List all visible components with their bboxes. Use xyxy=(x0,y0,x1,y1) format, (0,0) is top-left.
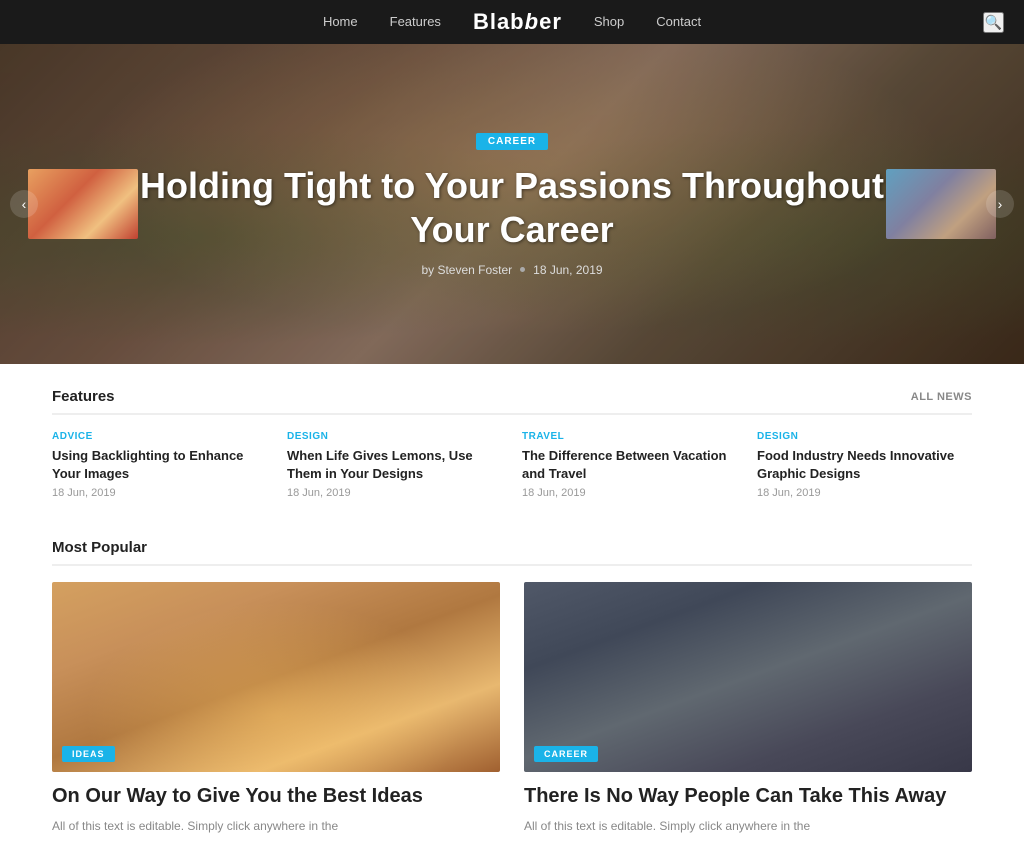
popular-section-title: Most Popular xyxy=(52,539,972,566)
hero-slider: ‹ CAREER Holding Tight to Your Passions … xyxy=(0,44,1024,364)
popular-card-desc-1: All of this text is editable. Simply cli… xyxy=(524,817,972,835)
popular-card-title-1[interactable]: There Is No Way People Can Take This Awa… xyxy=(524,784,972,809)
feature-title-1[interactable]: When Life Gives Lemons, Use Them in Your… xyxy=(287,447,502,482)
popular-card-title-0[interactable]: On Our Way to Give You the Best Ideas xyxy=(52,784,500,809)
popular-image-1: CAREER xyxy=(524,582,972,772)
feature-category-3: DESIGN xyxy=(757,431,972,442)
feature-date-0: 18 Jun, 2019 xyxy=(52,487,267,499)
popular-tag-1: CAREER xyxy=(534,746,598,762)
hero-thumb-left-image xyxy=(28,169,138,239)
features-title: Features xyxy=(52,388,115,405)
feature-item-2: TRAVEL The Difference Between Vacation a… xyxy=(522,431,737,499)
nav-shop[interactable]: Shop xyxy=(594,14,624,29)
all-news-link[interactable]: ALL NEWS xyxy=(911,391,972,403)
feature-category-1: DESIGN xyxy=(287,431,502,442)
feature-title-0[interactable]: Using Backlighting to Enhance Your Image… xyxy=(52,447,267,482)
hero-content: CAREER Holding Tight to Your Passions Th… xyxy=(0,131,1024,276)
feature-date-1: 18 Jun, 2019 xyxy=(287,487,502,499)
feature-item-3: DESIGN Food Industry Needs Innovative Gr… xyxy=(757,431,972,499)
search-icon[interactable]: 🔍 xyxy=(983,12,1004,33)
hero-author: by Steven Foster xyxy=(421,263,512,277)
main-content: Features ALL NEWS ADVICE Using Backlight… xyxy=(32,364,992,865)
feature-category-0: ADVICE xyxy=(52,431,267,442)
nav-links: Home Features Blabber Shop Contact xyxy=(323,9,701,35)
navigation: Home Features Blabber Shop Contact 🔍 xyxy=(0,0,1024,44)
popular-card-desc-0: All of this text is editable. Simply cli… xyxy=(52,817,500,835)
features-grid: ADVICE Using Backlighting to Enhance You… xyxy=(52,431,972,499)
popular-image-0: IDEAS xyxy=(52,582,500,772)
nav-features[interactable]: Features xyxy=(390,14,441,29)
hero-next-button[interactable]: › xyxy=(986,190,1014,218)
popular-card-0: IDEAS On Our Way to Give You the Best Id… xyxy=(52,582,500,835)
hero-thumb-right xyxy=(886,169,996,239)
nav-contact[interactable]: Contact xyxy=(656,14,701,29)
hero-thumb-right-image xyxy=(886,169,996,239)
nav-home[interactable]: Home xyxy=(323,14,358,29)
hero-prev-button[interactable]: ‹ xyxy=(10,190,38,218)
feature-category-2: TRAVEL xyxy=(522,431,737,442)
hero-meta-dot xyxy=(520,267,525,272)
features-section: Features ALL NEWS ADVICE Using Backlight… xyxy=(52,364,972,519)
feature-title-2[interactable]: The Difference Between Vacation and Trav… xyxy=(522,447,737,482)
site-logo: Blabber xyxy=(473,9,562,34)
feature-date-2: 18 Jun, 2019 xyxy=(522,487,737,499)
features-header: Features ALL NEWS xyxy=(52,388,972,415)
popular-card-1: CAREER There Is No Way People Can Take T… xyxy=(524,582,972,835)
hero-date: 18 Jun, 2019 xyxy=(533,263,602,277)
feature-title-3[interactable]: Food Industry Needs Innovative Graphic D… xyxy=(757,447,972,482)
hero-category-tag: CAREER xyxy=(476,133,548,150)
feature-item-0: ADVICE Using Backlighting to Enhance You… xyxy=(52,431,267,499)
feature-date-3: 18 Jun, 2019 xyxy=(757,487,972,499)
popular-tag-0: IDEAS xyxy=(62,746,115,762)
hero-title: Holding Tight to Your Passions Throughou… xyxy=(120,164,904,250)
hero-meta: by Steven Foster 18 Jun, 2019 xyxy=(120,263,904,277)
popular-grid: IDEAS On Our Way to Give You the Best Id… xyxy=(52,582,972,835)
feature-item-1: DESIGN When Life Gives Lemons, Use Them … xyxy=(287,431,502,499)
hero-thumb-left xyxy=(28,169,138,239)
popular-section: Most Popular IDEAS On Our Way to Give Yo… xyxy=(52,519,972,865)
